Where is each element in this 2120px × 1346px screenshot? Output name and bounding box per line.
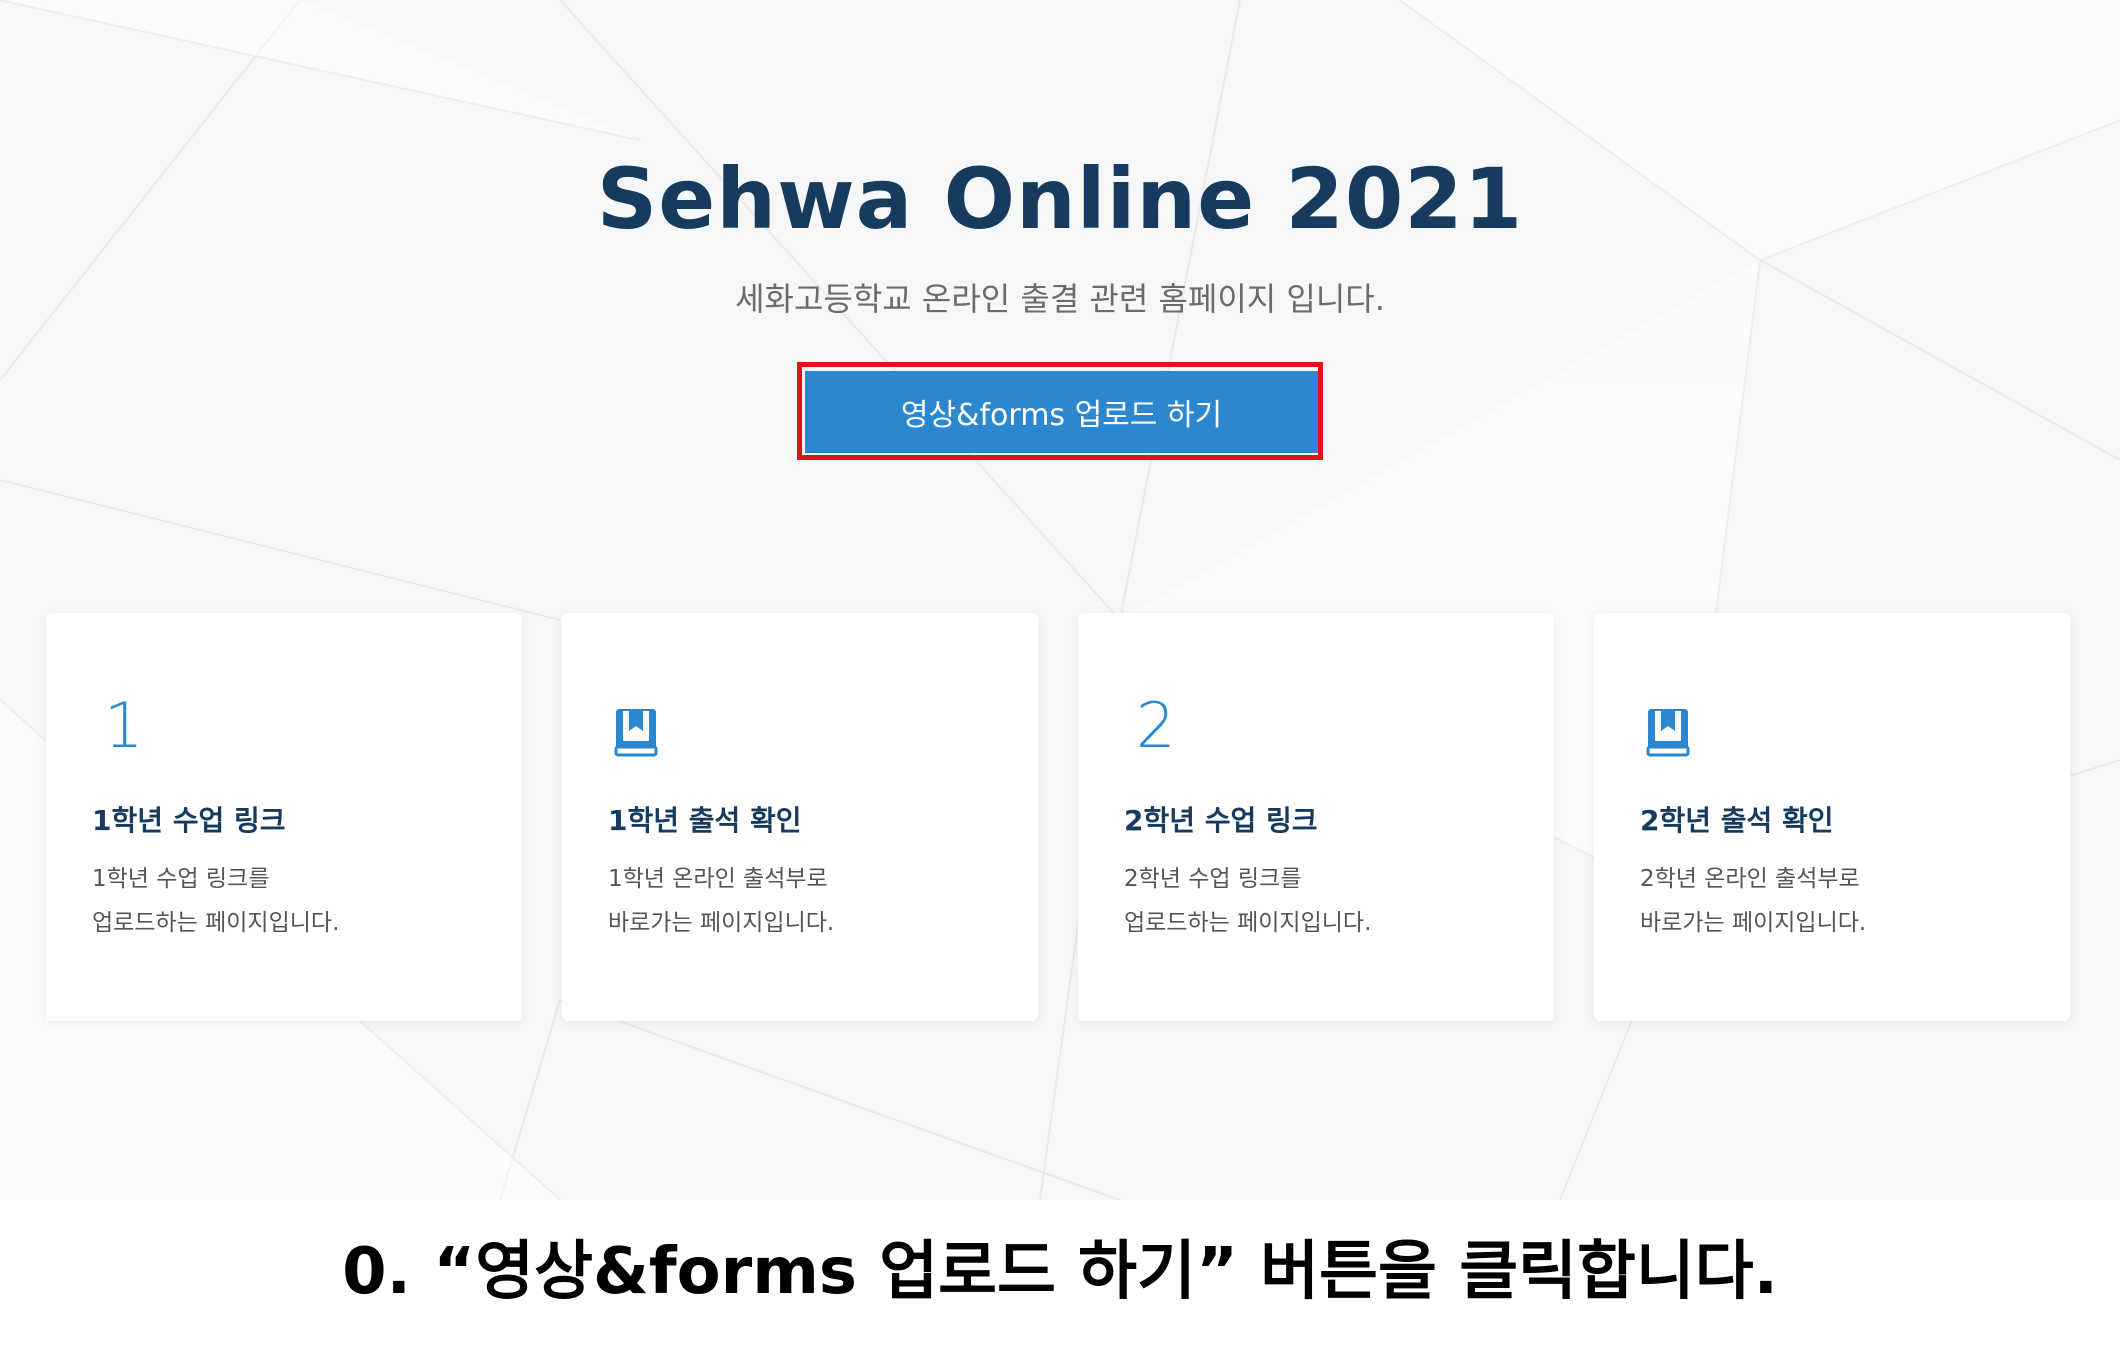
card-number-badge: 2 [1136,689,1176,762]
card-grade1-class-links[interactable]: 1 1학년 수업 링크 1학년 수업 링크를 업로드하는 페이지입니다. [46,613,522,1021]
card-description-line: 1학년 수업 링크를 [92,866,270,892]
card-description-line: 업로드하는 페이지입니다. [92,910,340,936]
book-icon [614,709,658,757]
card-description-line: 바로가는 페이지입니다. [608,910,835,936]
card-title: 1학년 수업 링크 [92,804,286,837]
page-subtitle: 세화고등학교 온라인 출결 관련 홈페이지 입니다. [735,280,1385,318]
card-description-line: 업로드하는 페이지입니다. [1124,910,1372,936]
book-icon [1646,709,1690,757]
card-title: 1학년 출석 확인 [608,804,802,837]
instruction-caption: 0. “영상&forms 업로드 하기” 버튼을 클릭합니다. [342,1235,1778,1309]
card-description: 2학년 온라인 출석부로 바로가는 페이지입니다. [1640,857,1866,945]
card-grade1-attendance[interactable]: 1학년 출석 확인 1학년 온라인 출석부로 바로가는 페이지입니다. [562,613,1038,1021]
card-description-line: 1학년 온라인 출석부로 [608,866,828,892]
card-description-line: 2학년 수업 링크를 [1124,866,1302,892]
card-description: 1학년 온라인 출석부로 바로가는 페이지입니다. [608,857,834,945]
card-title: 2학년 출석 확인 [1640,804,1834,837]
card-number-badge: 1 [104,689,144,762]
card-description-line: 2학년 온라인 출석부로 [1640,866,1860,892]
upload-video-forms-button[interactable]: 영상&forms 업로드 하기 [805,371,1318,453]
card-title: 2학년 수업 링크 [1124,804,1318,837]
card-description: 2학년 수업 링크를 업로드하는 페이지입니다. [1124,857,1371,945]
card-description-line: 바로가는 페이지입니다. [1640,910,1867,936]
card-description: 1학년 수업 링크를 업로드하는 페이지입니다. [92,857,339,945]
card-grade2-class-links[interactable]: 2 2학년 수업 링크 2학년 수업 링크를 업로드하는 페이지입니다. [1078,613,1554,1021]
card-grade2-attendance[interactable]: 2학년 출석 확인 2학년 온라인 출석부로 바로가는 페이지입니다. [1594,613,2070,1021]
page-title: Sehwa Online 2021 [596,150,1524,248]
hero-section: Sehwa Online 2021 세화고등학교 온라인 출결 관련 홈페이지 … [0,0,2120,1200]
